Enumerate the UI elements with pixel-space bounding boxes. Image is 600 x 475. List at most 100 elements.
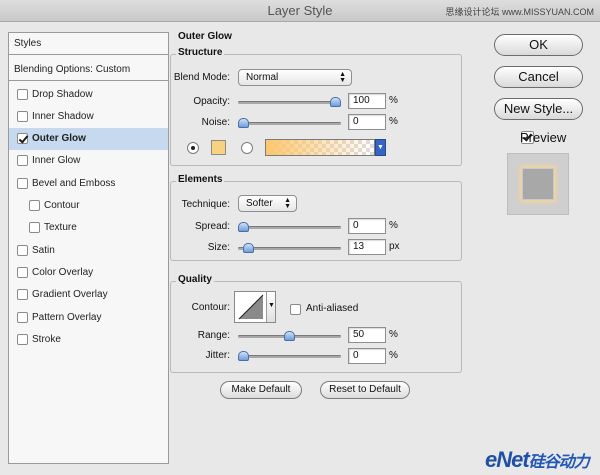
new-style-button[interactable]: New Style... <box>494 98 583 120</box>
jitter-slider-thumb[interactable] <box>238 351 249 361</box>
style-checkbox-stroke[interactable] <box>17 333 28 345</box>
style-item-label: Inner Shadow <box>32 110 94 122</box>
select-arrows-icon: ▲ ▼ <box>339 71 346 84</box>
style-item-label: Drop Shadow <box>32 88 93 100</box>
technique-select[interactable]: Softer ▲ ▼ <box>238 195 297 212</box>
noise-input[interactable]: 0 <box>348 114 386 130</box>
footer-logo-cjk: 硅谷动力 <box>528 454 590 471</box>
gradient-radio[interactable] <box>241 142 253 154</box>
opacity-slider-thumb[interactable] <box>330 97 341 107</box>
style-item-drop-shadow[interactable]: Drop Shadow <box>9 83 168 105</box>
range-label: Range: <box>197 330 230 341</box>
noise-unit: % <box>389 116 398 127</box>
blend-mode-value: Normal <box>246 72 279 83</box>
style-item-label: Gradient Overlay <box>32 289 108 301</box>
style-item-texture[interactable]: Texture <box>9 217 168 239</box>
contour-picker[interactable]: ▼ <box>234 291 276 323</box>
contour-dropdown-button[interactable]: ▼ <box>266 292 275 322</box>
preview-glow-square <box>522 168 554 200</box>
style-checkbox-outer-glow[interactable] <box>17 133 28 145</box>
style-item-outer-glow[interactable]: Outer Glow <box>9 127 168 150</box>
style-item-label: Pattern Overlay <box>32 311 102 323</box>
footer-logo: eNet硅谷动力 <box>485 447 590 473</box>
style-item-contour[interactable]: Contour <box>9 195 168 217</box>
style-item-inner-shadow[interactable]: Inner Shadow <box>9 105 168 127</box>
style-item-bevel-and-emboss[interactable]: Bevel and Emboss <box>9 172 168 194</box>
spread-label: Spread: <box>194 221 230 232</box>
glow-color-swatch[interactable] <box>211 140 226 155</box>
styles-header[interactable]: Styles <box>9 33 168 55</box>
style-checkbox-satin[interactable] <box>17 244 28 256</box>
size-slider-thumb[interactable] <box>242 243 254 253</box>
range-unit: % <box>389 329 398 340</box>
noise-slider-track[interactable] <box>238 118 341 128</box>
gradient-dropdown-icon[interactable]: ▼ <box>375 139 386 156</box>
style-checkbox-contour[interactable] <box>29 200 40 211</box>
spread-unit: % <box>389 220 398 231</box>
spread-input[interactable]: 0 <box>348 218 386 234</box>
jitter-unit: % <box>389 350 398 361</box>
opacity-label: Opacity: <box>193 96 230 107</box>
spread-slider-track[interactable] <box>238 222 341 232</box>
style-item-label: Satin <box>32 244 55 256</box>
style-checkbox-texture[interactable] <box>29 222 40 234</box>
select-arrows-icon: ▲ ▼ <box>284 197 291 210</box>
range-slider-thumb[interactable] <box>284 331 295 341</box>
style-item-label: Stroke <box>32 333 61 345</box>
style-item-stroke[interactable]: Stroke <box>9 328 168 350</box>
solid-color-radio[interactable] <box>187 142 199 154</box>
reset-to-default-button[interactable]: Reset to Default <box>320 381 410 399</box>
range-input[interactable]: 50 <box>348 327 386 343</box>
style-item-inner-glow[interactable]: Inner Glow <box>9 150 168 172</box>
title-bar: Layer Style 思缘设计论坛 www.MISSYUAN.COM <box>0 0 600 22</box>
jitter-slider-track[interactable] <box>238 351 341 361</box>
outer-glow-title: Outer Glow <box>178 31 232 42</box>
technique-value: Softer <box>246 198 273 209</box>
style-item-color-overlay[interactable]: Color Overlay <box>9 261 168 283</box>
style-item-label: Texture <box>44 222 77 234</box>
spread-slider-thumb[interactable] <box>238 222 249 232</box>
contour-label: Contour: <box>191 302 230 313</box>
style-item-label: Bevel and Emboss <box>32 177 116 189</box>
style-item-label: Contour <box>44 200 80 211</box>
noise-slider-thumb[interactable] <box>238 118 249 128</box>
gradient-swatch[interactable] <box>265 139 375 156</box>
styles-list: Styles Blending Options: Custom Drop Sha… <box>8 32 169 464</box>
opacity-slider-track[interactable] <box>238 97 341 107</box>
styles-header-label: Styles <box>14 38 42 49</box>
blending-options-label: Blending Options: Custom <box>14 64 131 75</box>
style-checkbox-color-overlay[interactable] <box>17 266 28 278</box>
blend-mode-select[interactable]: Normal ▲ ▼ <box>238 69 352 86</box>
technique-label: Technique: <box>181 199 230 210</box>
size-slider-track[interactable] <box>238 243 341 253</box>
style-checkbox-pattern-overlay[interactable] <box>17 311 28 323</box>
blending-options-item[interactable]: Blending Options: Custom <box>9 59 168 81</box>
ok-button[interactable]: OK <box>494 34 583 56</box>
size-input[interactable]: 13 <box>348 239 386 255</box>
style-item-label: Inner Glow <box>32 155 81 167</box>
preview-thumbnail <box>507 153 569 215</box>
anti-aliased-label: Anti-aliased <box>306 303 359 314</box>
blend-mode-label: Blend Mode: <box>173 72 230 83</box>
jitter-input[interactable]: 0 <box>348 348 386 364</box>
opacity-input[interactable]: 100 <box>348 93 386 109</box>
style-item-pattern-overlay[interactable]: Pattern Overlay <box>9 306 168 328</box>
style-checkbox-drop-shadow[interactable] <box>17 88 28 100</box>
elements-title: Elements <box>176 174 225 185</box>
opacity-unit: % <box>389 95 398 106</box>
style-checkbox-inner-shadow[interactable] <box>17 110 28 122</box>
style-checkbox-bevel-and-emboss[interactable] <box>17 177 28 189</box>
preview-label: Preview <box>520 130 567 145</box>
range-slider-track[interactable] <box>238 331 341 341</box>
style-checkbox-gradient-overlay[interactable] <box>17 289 28 301</box>
style-checkbox-inner-glow[interactable] <box>17 155 28 167</box>
contour-curve-icon <box>238 294 264 320</box>
make-default-button[interactable]: Make Default <box>220 381 302 399</box>
style-item-label: Color Overlay <box>32 266 94 278</box>
size-unit: px <box>389 241 400 252</box>
style-item-gradient-overlay[interactable]: Gradient Overlay <box>9 284 168 306</box>
cancel-button[interactable]: Cancel <box>494 66 583 88</box>
style-item-satin[interactable]: Satin <box>9 239 168 261</box>
anti-aliased-checkbox[interactable] <box>290 304 301 315</box>
quality-title: Quality <box>176 274 214 285</box>
